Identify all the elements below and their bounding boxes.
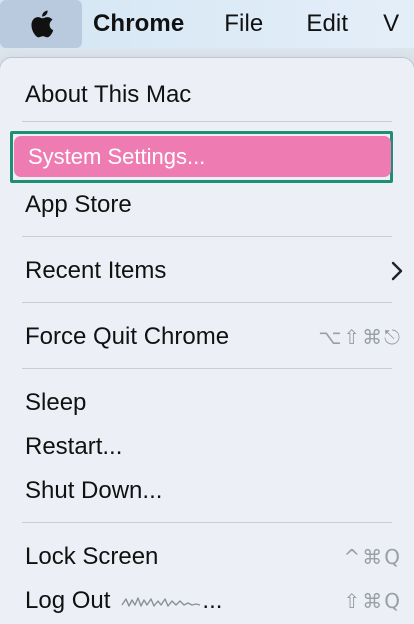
menu-separator — [22, 302, 392, 303]
log-out-suffix: ... — [202, 587, 223, 614]
menu-item-restart[interactable]: Restart... — [0, 425, 414, 469]
menu-bar: Chrome File Edit V — [0, 0, 414, 48]
menu-item-label: Shut Down... — [25, 477, 163, 504]
menu-separator — [22, 522, 392, 523]
menu-item-log-out[interactable]: Log Out ... ⇧⌘Q — [0, 579, 414, 623]
chevron-right-icon — [391, 261, 403, 281]
apple-menu-dropdown: About This Mac System Settings... App St… — [0, 58, 414, 624]
menu-item-lock-screen[interactable]: Lock Screen ^⌘Q — [0, 535, 414, 579]
menu-item-label: System Settings... — [28, 143, 206, 169]
log-out-label: Log Out — [25, 587, 111, 614]
menu-separator — [22, 121, 392, 122]
redacted-username-icon — [121, 596, 201, 607]
menu-item-label: Force Quit Chrome — [25, 323, 230, 350]
menu-item-sleep[interactable]: Sleep — [0, 381, 414, 425]
menu-item-label: Restart... — [25, 433, 123, 460]
keyboard-shortcut: ⌥⇧⌘⎋ — [318, 325, 402, 349]
apple-menu-button[interactable] — [0, 0, 82, 48]
menu-item-force-quit[interactable]: Force Quit Chrome ⌥⇧⌘⎋ — [0, 315, 414, 359]
keyboard-shortcut: ^⌘Q — [343, 545, 402, 569]
menubar-file[interactable]: File — [224, 0, 263, 48]
menu-item-app-store[interactable]: App Store — [0, 183, 414, 227]
menu-separator — [22, 368, 392, 369]
screen: Chrome File Edit V About This Mac System… — [0, 0, 414, 624]
menu-item-label: Recent Items — [25, 257, 167, 284]
menubar-edit[interactable]: Edit — [306, 0, 348, 48]
menubar-app-name[interactable]: Chrome — [93, 0, 184, 48]
menu-item-label: Sleep — [25, 389, 87, 416]
menubar-view[interactable]: V — [383, 0, 399, 48]
menu-item-label: Log Out ... — [25, 587, 222, 615]
apple-logo-icon — [31, 10, 54, 38]
menu-item-recent-items[interactable]: Recent Items — [0, 249, 414, 293]
menu-item-system-settings[interactable]: System Settings... — [14, 136, 391, 177]
menu-item-label: Lock Screen — [25, 543, 159, 570]
menu-item-about-this-mac[interactable]: About This Mac — [0, 73, 414, 117]
menu-item-label: App Store — [25, 191, 132, 218]
keyboard-shortcut: ⇧⌘Q — [343, 589, 402, 613]
menu-item-shut-down[interactable]: Shut Down... — [0, 469, 414, 513]
menu-separator — [22, 236, 392, 237]
menu-item-label: About This Mac — [25, 81, 192, 108]
